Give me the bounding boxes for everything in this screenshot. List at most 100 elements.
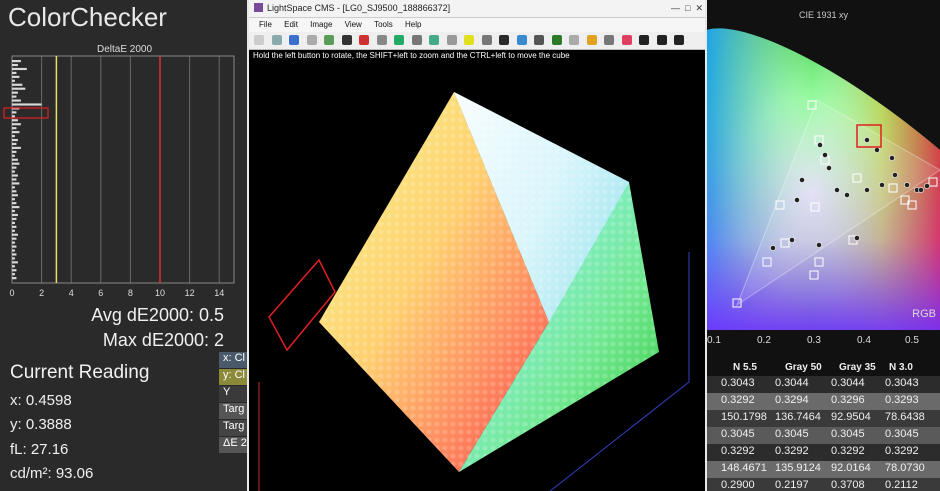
measured-point xyxy=(874,147,880,153)
de-bar xyxy=(12,166,17,169)
de-bar xyxy=(12,190,17,193)
de-bar xyxy=(12,154,15,157)
app-icon xyxy=(254,3,263,12)
col-header: N 3.0 xyxy=(889,362,913,373)
table-cell: 0.3292 xyxy=(721,394,755,406)
reading-x: x: 0.4598 xyxy=(10,392,72,409)
menu-bar: File Edit Image View Tools Help xyxy=(249,18,707,32)
de-bar xyxy=(12,178,17,181)
max-de-stat: Max dE2000: 2 xyxy=(102,330,224,350)
menu-help[interactable]: Help xyxy=(405,20,421,29)
toolbar-button[interactable] xyxy=(639,35,649,45)
cube-dot-texture xyxy=(319,92,659,472)
toolbar-button[interactable] xyxy=(271,35,282,45)
de-bar xyxy=(12,131,20,134)
table-cell: 0.3045 xyxy=(775,428,809,440)
de-bar xyxy=(12,182,20,185)
de-bar xyxy=(12,245,17,248)
toolbar-button[interactable] xyxy=(429,35,439,45)
x-tick-label: 10 xyxy=(155,288,165,298)
window-controls[interactable]: — □ ✕ xyxy=(671,0,703,17)
toolbar-button[interactable] xyxy=(464,35,474,45)
measured-point xyxy=(864,137,870,143)
table-cell: 92.9504 xyxy=(831,411,871,423)
menu-view[interactable]: View xyxy=(345,20,362,29)
cie-tick: 0.1 xyxy=(707,335,721,346)
de-bar xyxy=(12,60,21,63)
de-bar xyxy=(12,253,17,256)
toolbar-button[interactable] xyxy=(411,35,422,45)
toolbar-button[interactable] xyxy=(674,35,684,45)
measured-point xyxy=(817,142,823,148)
de-bar xyxy=(12,91,18,94)
table-cell: 135.9124 xyxy=(775,462,821,474)
x-tick-label: 4 xyxy=(69,288,74,298)
toolbar-button[interactable] xyxy=(621,35,632,45)
toolbar-button[interactable] xyxy=(604,35,614,45)
measured-point xyxy=(826,165,832,171)
menu-image[interactable]: Image xyxy=(310,20,332,29)
de-bar xyxy=(12,213,18,217)
toolbar-button[interactable] xyxy=(324,35,334,45)
toolbar-button[interactable] xyxy=(656,35,667,45)
color-cube-view[interactable] xyxy=(249,52,707,491)
toolbar-button[interactable] xyxy=(569,35,579,45)
toolbar-button[interactable] xyxy=(586,35,597,45)
de-bar xyxy=(12,174,18,177)
table-cell: 0.3293 xyxy=(885,394,919,406)
side-row: Y xyxy=(219,386,249,402)
reading-y: y: 0.3888 xyxy=(10,416,72,433)
toolbar-button[interactable] xyxy=(254,35,264,45)
cie-panel: CIE 1931 xy RGB 0.1 0.2 0.3 0.4 0.5 N 5.… xyxy=(707,0,940,491)
de-bar xyxy=(12,206,20,209)
table-cell: 0.2197 xyxy=(775,479,809,491)
toolbar-button[interactable] xyxy=(534,35,544,45)
table-cell: 148.4671 xyxy=(721,462,767,474)
side-row: y: Cl xyxy=(219,369,249,385)
col-header: N 5.5 xyxy=(733,362,757,373)
toolbar-button[interactable] xyxy=(341,35,352,45)
toolbar-button[interactable] xyxy=(359,35,369,45)
de-bar xyxy=(12,221,15,224)
measured-point xyxy=(834,187,840,193)
menu-file[interactable]: File xyxy=(259,20,272,29)
col-header: Gray 35 xyxy=(839,362,876,373)
table-cell: 0.3296 xyxy=(831,394,865,406)
de-bar xyxy=(12,198,15,201)
de-bar xyxy=(12,87,26,90)
de-bar xyxy=(12,186,15,189)
de-bar xyxy=(12,170,15,173)
toolbar-button[interactable] xyxy=(394,35,404,45)
menu-tools[interactable]: Tools xyxy=(374,20,393,29)
de-bar xyxy=(12,217,17,221)
col-header: Gray 50 xyxy=(785,362,822,373)
current-reading-title: Current Reading xyxy=(10,362,150,383)
de-bar xyxy=(12,134,15,138)
measured-point xyxy=(822,152,828,158)
de-bar xyxy=(12,265,15,268)
de-bar xyxy=(12,63,18,67)
de-bar xyxy=(12,71,17,75)
table-cell: 136.7464 xyxy=(775,411,821,423)
window-titlebar[interactable]: LightSpace CMS - [LG0_SJ9500_188866372] … xyxy=(249,0,707,18)
table-cell: 0.2112 xyxy=(885,479,918,491)
toolbar-button[interactable] xyxy=(446,35,457,45)
menu-edit[interactable]: Edit xyxy=(284,20,298,29)
table-cell: 150.1798 xyxy=(721,411,767,423)
toolbar-button[interactable] xyxy=(376,35,387,45)
toolbar-button[interactable] xyxy=(306,35,317,45)
cie-tick: 0.3 xyxy=(807,335,821,346)
avg-de-stat: Avg dE2000: 0.5 xyxy=(91,305,224,325)
measured-point xyxy=(789,237,795,243)
toolbar-button[interactable] xyxy=(499,35,509,45)
toolbar-button[interactable] xyxy=(481,35,492,45)
toolbar-button[interactable] xyxy=(551,35,562,45)
side-row: Targ xyxy=(219,403,249,419)
toolbar-button[interactable] xyxy=(516,35,527,45)
lightspace-window: LightSpace CMS - [LG0_SJ9500_188866372] … xyxy=(249,0,707,491)
measured-point xyxy=(799,177,805,183)
de-bar xyxy=(12,99,21,102)
side-row: Targ xyxy=(219,420,249,436)
toolbar-button[interactable] xyxy=(289,35,299,45)
measured-point xyxy=(854,235,860,241)
